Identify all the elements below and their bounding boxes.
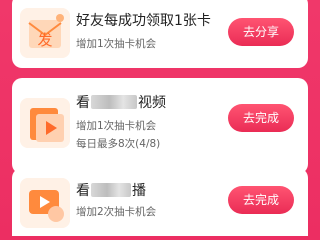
task-title-prefix: 看 <box>76 183 90 199</box>
task-reward: 增加2次抽卡机会 <box>76 206 157 218</box>
complete-button[interactable]: 去完成 <box>228 186 294 214</box>
task-title: 好友每成功领取1张卡 <box>76 13 211 29</box>
redacted-text <box>91 183 131 197</box>
task-reward: 增加1次抽卡机会 <box>76 38 157 50</box>
task-card-share: 发 好友每成功领取1张卡 增加1次抽卡机会 去分享 <box>12 0 308 68</box>
task-title-suffix: 播 <box>132 183 146 199</box>
share-button[interactable]: 去分享 <box>228 18 294 46</box>
invite-envelope-icon: 发 <box>20 8 70 58</box>
task-card-video: 看 视频 增加1次抽卡机会 每日最多8次(4/8) 去完成 <box>12 78 308 174</box>
task-title: 看 视频 <box>76 92 166 112</box>
task-reward: 增加1次抽卡机会 <box>76 120 157 132</box>
task-title-suffix: 视频 <box>138 95 166 111</box>
video-play-icon <box>20 98 70 148</box>
redacted-text <box>91 95 137 109</box>
task-title-prefix: 看 <box>76 95 90 111</box>
svg-text:发: 发 <box>37 31 52 49</box>
task-limit: 每日最多8次(4/8) <box>76 138 161 150</box>
complete-button[interactable]: 去完成 <box>228 104 294 132</box>
live-broadcast-icon <box>20 178 70 228</box>
task-title: 看播 <box>76 180 146 200</box>
task-card-live: 看播 增加2次抽卡机会 去完成 <box>12 168 308 236</box>
